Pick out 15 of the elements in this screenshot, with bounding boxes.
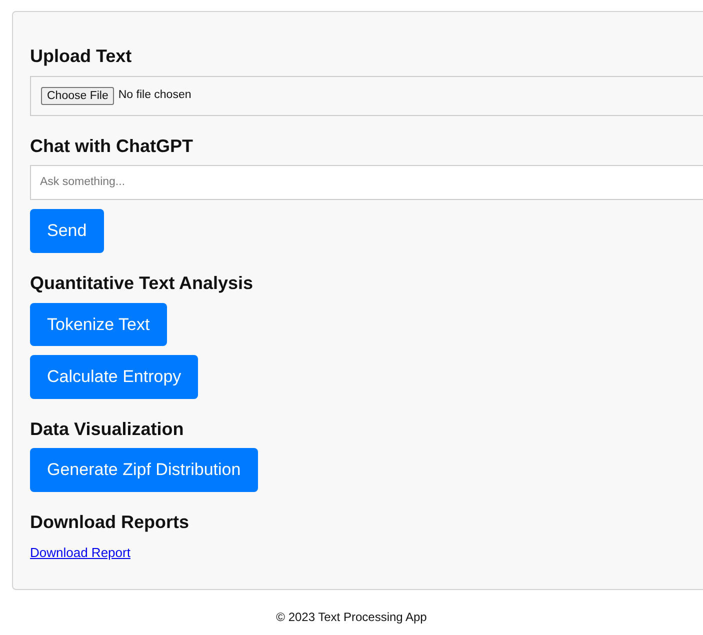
download-report-link[interactable]: Download Report xyxy=(30,545,130,560)
section-heading: Upload Text xyxy=(30,46,133,68)
action-button[interactable]: Generate Zipf Distribution xyxy=(30,448,258,492)
action-button[interactable]: Send xyxy=(30,209,104,253)
section-heading: Data Visualization xyxy=(30,418,185,440)
footer-text: © 2023 Text Processing App xyxy=(275,609,428,626)
action-button[interactable]: Calculate Entropy xyxy=(30,355,198,399)
file-input-field[interactable]: Choose File No file chosen xyxy=(30,76,703,116)
chat-input-field[interactable]: Ask something... xyxy=(30,165,703,200)
section-heading: Download Reports xyxy=(30,512,190,534)
file-status-text: No file chosen xyxy=(118,88,192,103)
choose-file-button[interactable]: Choose File xyxy=(41,86,114,105)
section-heading: Chat with ChatGPT xyxy=(30,136,194,158)
section-heading: Quantitative Text Analysis xyxy=(30,272,254,295)
action-button[interactable]: Tokenize Text xyxy=(30,302,167,346)
